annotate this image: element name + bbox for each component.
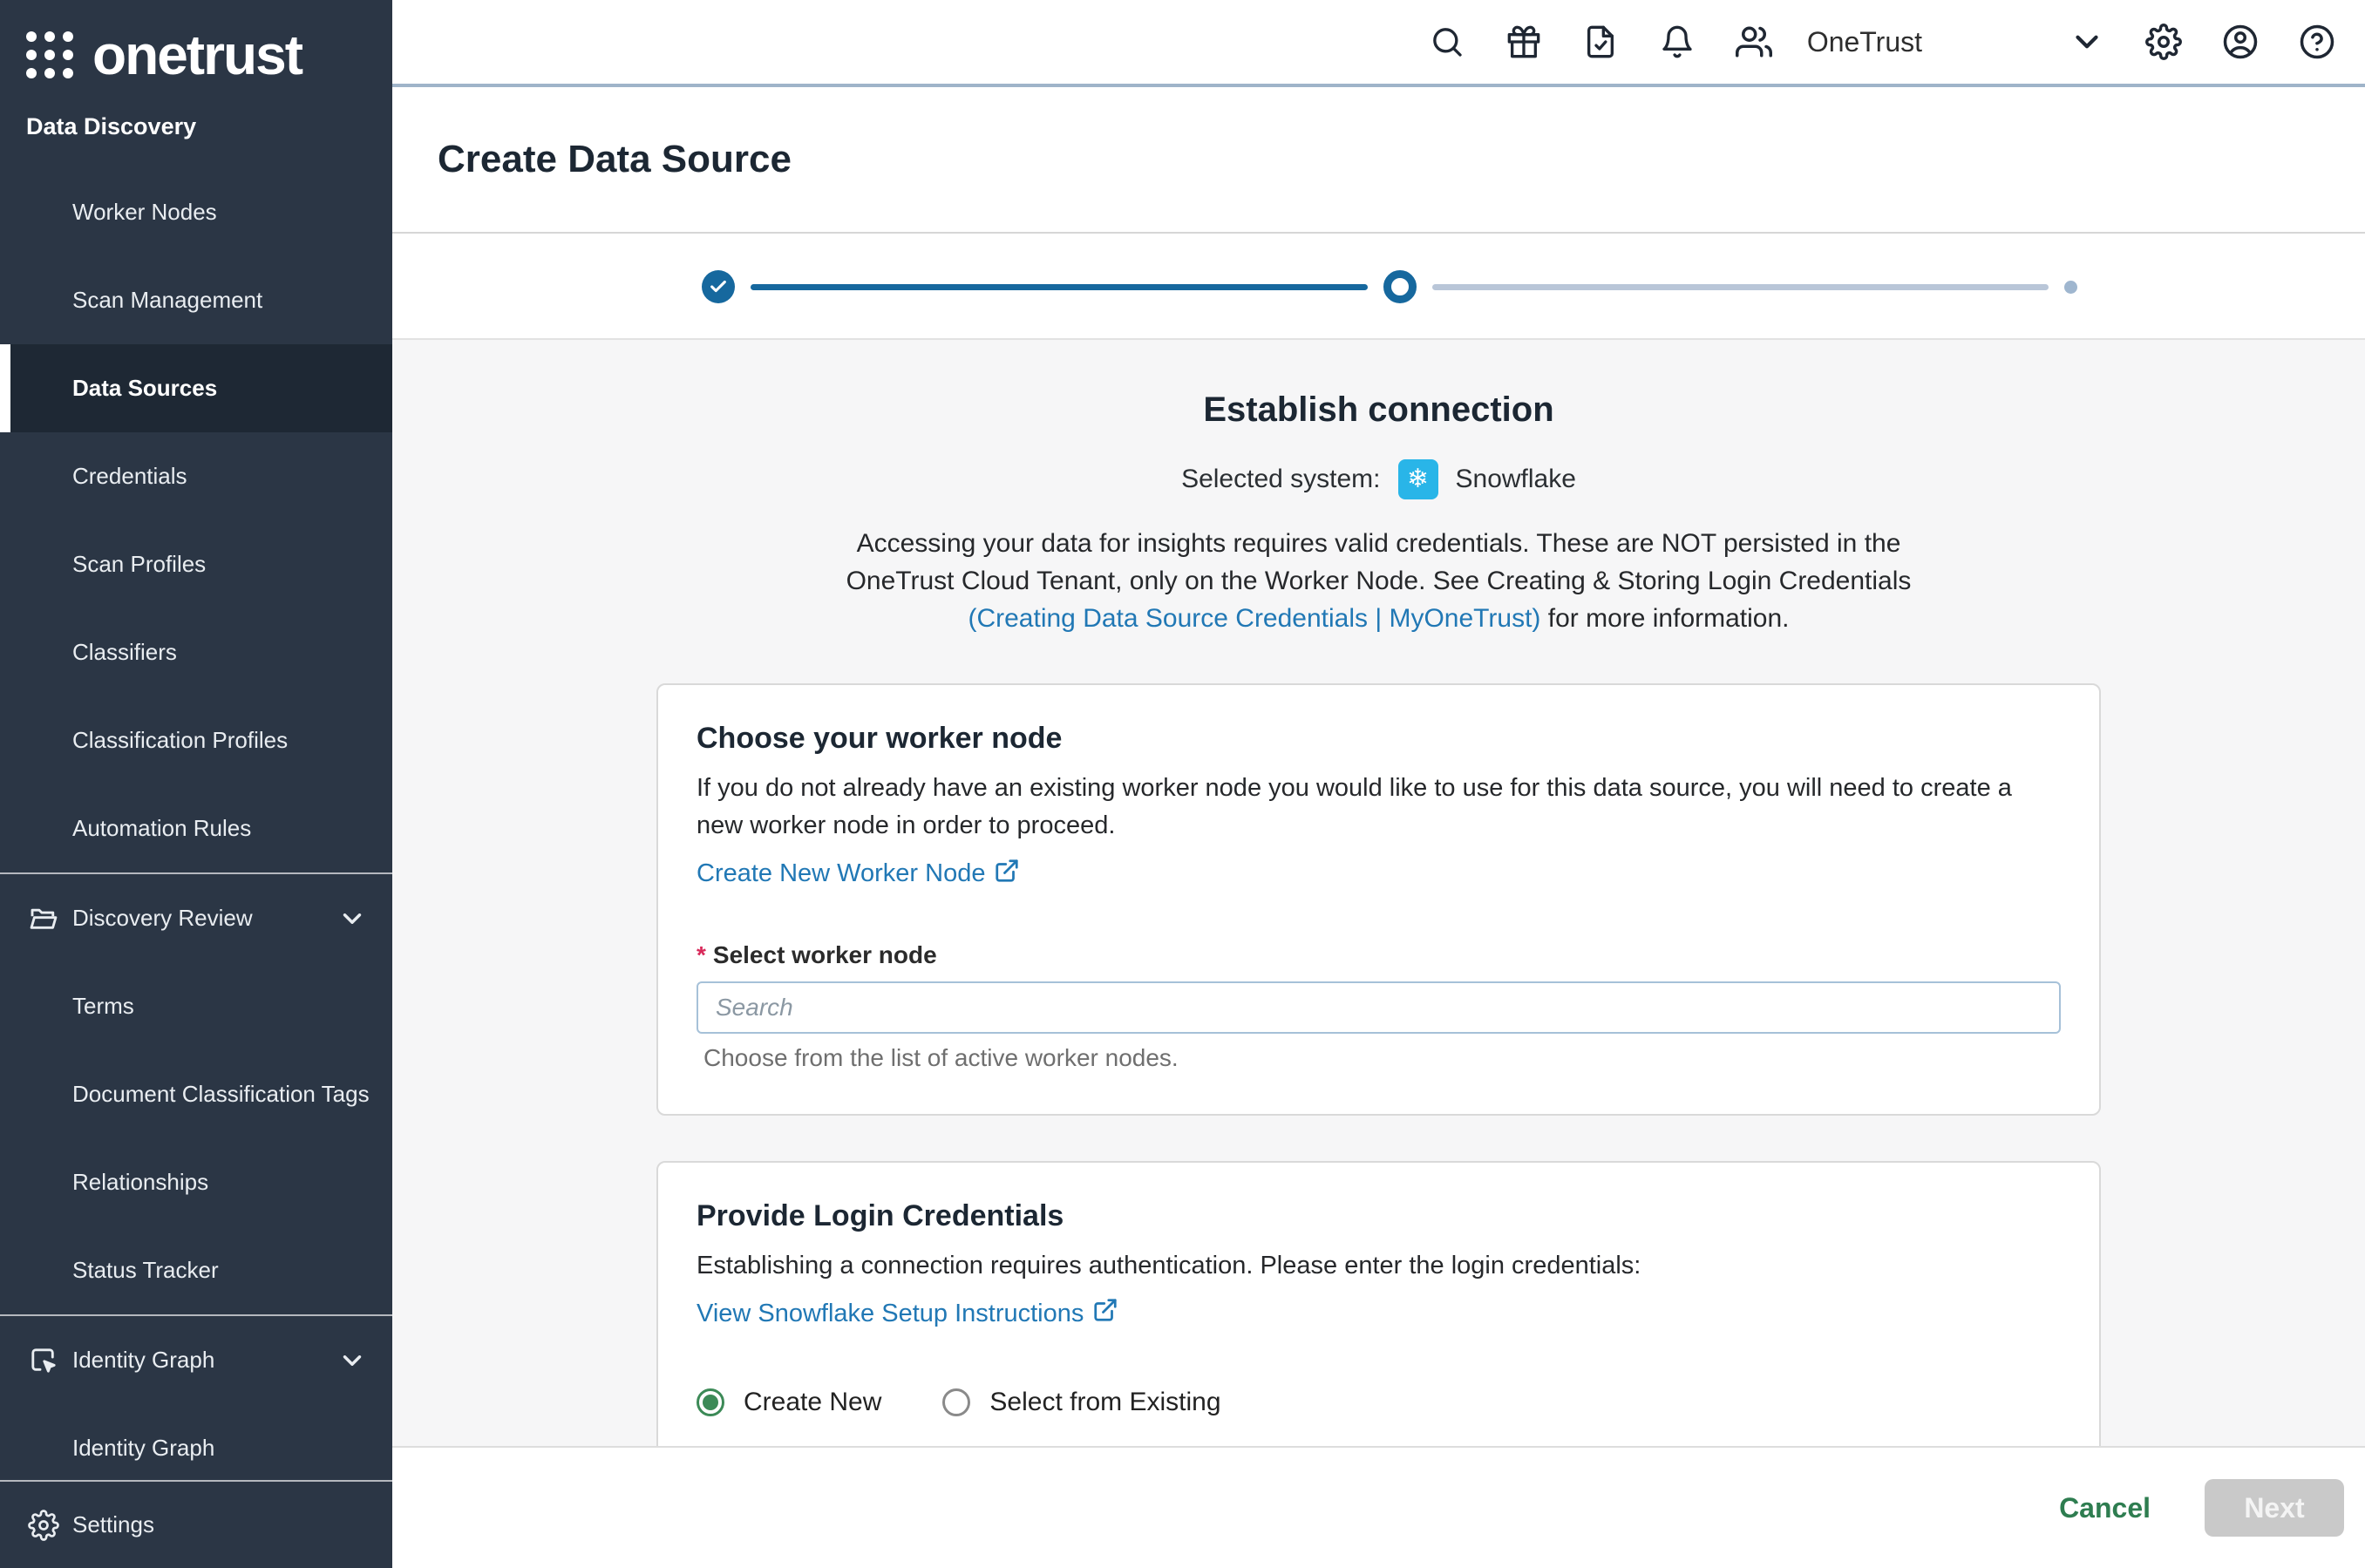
topbar: OneTrust — [392, 0, 2365, 87]
step-connector-done — [751, 284, 1368, 290]
radio-unselected-icon — [942, 1388, 970, 1416]
sidebar-item-credentials[interactable]: Credentials — [0, 432, 392, 520]
snowflake-icon: ❄ — [1398, 459, 1438, 499]
step-1-complete-icon — [702, 270, 735, 303]
radio-selected-icon — [697, 1388, 724, 1416]
bell-icon[interactable] — [1659, 24, 1696, 60]
selected-system-row: Selected system: ❄ Snowflake — [392, 459, 2365, 499]
page-header: Create Data Source — [392, 87, 2365, 234]
sidebar-item-worker-nodes[interactable]: Worker Nodes — [0, 168, 392, 256]
search-icon[interactable] — [1429, 24, 1465, 60]
gear-icon[interactable] — [2145, 24, 2182, 60]
cancel-button[interactable]: Cancel — [2059, 1492, 2151, 1524]
main-content: Establish connection Selected system: ❄ … — [392, 340, 2365, 1568]
sidebar-group-identity-graph[interactable]: Identity Graph — [0, 1316, 392, 1404]
intro-text-after: for more information. — [1540, 604, 1789, 633]
intro-text-before: Accessing your data for insights require… — [846, 529, 1912, 595]
sidebar-nav: Worker Nodes Scan Management Data Source… — [0, 168, 392, 1568]
create-new-worker-node-link[interactable]: Create New Worker Node — [697, 858, 1020, 891]
sidebar-item-document-classification-tags[interactable]: Document Classification Tags — [0, 1050, 392, 1138]
wizard-stepper — [392, 235, 2365, 340]
worker-card-title: Choose your worker node — [697, 722, 2061, 756]
required-asterisk: * — [697, 941, 706, 968]
intro-paragraph: Accessing your data for insights require… — [808, 526, 1950, 638]
onetrust-wordmark: onetrust — [92, 27, 302, 83]
external-link-icon — [994, 858, 1020, 891]
sidebar-item-classification-profiles[interactable]: Classification Profiles — [0, 696, 392, 784]
worker-node-card: Choose your worker node If you do not al… — [656, 683, 2101, 1116]
document-check-icon[interactable] — [1582, 24, 1619, 60]
radio-create-new[interactable]: Create New — [697, 1388, 881, 1417]
sidebar: onetrust Data Discovery Worker Nodes Sca… — [0, 0, 392, 1568]
selected-system-label: Selected system: — [1181, 465, 1380, 494]
app-window: onetrust Data Discovery Worker Nodes Sca… — [0, 0, 2365, 1568]
module-title: Data Discovery — [0, 87, 392, 168]
worker-card-body: If you do not already have an existing w… — [697, 770, 2061, 845]
wizard-footer: Cancel Next — [392, 1446, 2365, 1568]
step-3-upcoming-icon — [2064, 281, 2077, 294]
chevron-down-icon — [335, 1343, 370, 1378]
sidebar-item-data-sources[interactable]: Data Sources — [0, 344, 392, 432]
next-button[interactable]: Next — [2205, 1479, 2344, 1537]
worker-node-helper-text: Choose from the list of active worker no… — [697, 1044, 2061, 1072]
sidebar-item-scan-profiles[interactable]: Scan Profiles — [0, 520, 392, 608]
step-connector-todo — [1432, 284, 2049, 290]
onetrust-logo[interactable]: onetrust — [0, 0, 392, 87]
sidebar-item-settings[interactable]: Settings — [0, 1480, 392, 1568]
tenant-name: OneTrust — [1807, 26, 1922, 58]
identity-graph-icon — [26, 1343, 61, 1378]
help-circle-icon[interactable] — [2299, 24, 2335, 60]
sidebar-item-classifiers[interactable]: Classifiers — [0, 608, 392, 696]
section-heading: Establish connection — [392, 390, 2365, 430]
user-circle-icon[interactable] — [2222, 24, 2259, 60]
credentials-card-title: Provide Login Credentials — [697, 1199, 2061, 1233]
sidebar-item-status-tracker[interactable]: Status Tracker — [0, 1226, 392, 1314]
snowflake-setup-instructions-link[interactable]: View Snowflake Setup Instructions — [697, 1297, 1118, 1330]
folder-open-icon — [26, 901, 61, 936]
sidebar-item-relationships[interactable]: Relationships — [0, 1138, 392, 1226]
app-launcher-dots-icon — [26, 31, 73, 78]
sidebar-item-identity-graph[interactable]: Identity Graph — [0, 1404, 392, 1492]
sidebar-item-scan-management[interactable]: Scan Management — [0, 256, 392, 344]
step-2-current-icon — [1383, 270, 1417, 303]
external-link-icon — [1092, 1297, 1118, 1330]
users-icon[interactable] — [1736, 24, 1772, 60]
sidebar-group-discovery-review[interactable]: Discovery Review — [0, 874, 392, 962]
radio-select-from-existing[interactable]: Select from Existing — [942, 1388, 1220, 1417]
gear-icon — [26, 1508, 61, 1543]
page-title: Create Data Source — [438, 138, 792, 181]
credentials-doc-link[interactable]: (Creating Data Source Credentials | MyOn… — [968, 604, 1540, 633]
worker-node-search-input[interactable] — [697, 981, 2061, 1034]
credentials-card-body: Establishing a connection requires authe… — [697, 1247, 2061, 1286]
select-worker-node-label: *Select worker node — [697, 941, 2061, 969]
gift-icon[interactable] — [1505, 24, 1542, 60]
sidebar-item-terms[interactable]: Terms — [0, 962, 392, 1050]
selected-system-name: Snowflake — [1456, 465, 1576, 494]
sidebar-item-automation-rules[interactable]: Automation Rules — [0, 784, 392, 872]
credential-mode-radio-group: Create New Select from Existing — [697, 1388, 2061, 1417]
chevron-down-icon[interactable] — [2069, 24, 2105, 60]
chevron-down-icon — [335, 901, 370, 936]
